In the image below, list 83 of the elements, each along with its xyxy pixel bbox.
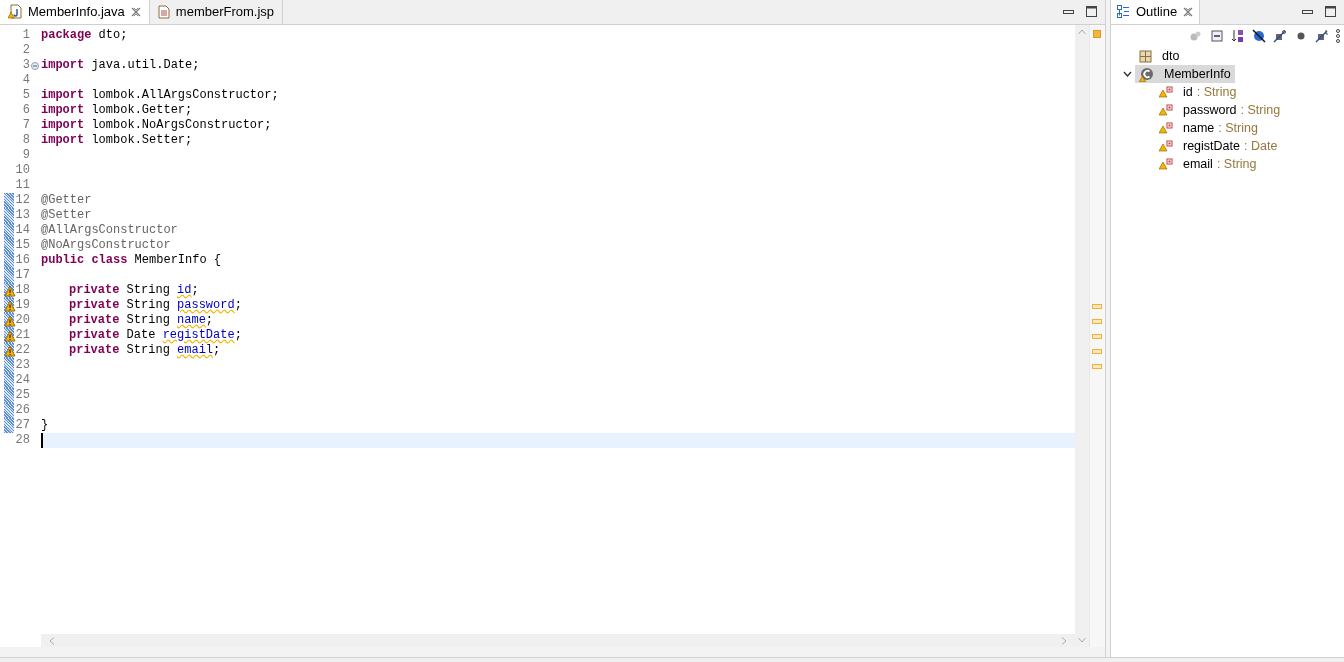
warning-marker[interactable]	[1092, 334, 1102, 339]
code-line: private String id;	[69, 283, 199, 298]
code-line: import lombok.Setter;	[41, 133, 193, 148]
outline-item[interactable]: id : String	[1155, 83, 1241, 101]
line-number: 16	[14, 253, 30, 268]
field-warning-icon	[1159, 158, 1173, 170]
code-line: @Setter	[41, 208, 92, 223]
line-number: 27	[14, 418, 30, 433]
minimize-icon[interactable]	[1063, 9, 1074, 14]
line-number: 10	[14, 163, 30, 178]
code-line: import lombok.Getter;	[41, 103, 193, 118]
code-line: private String name;	[69, 313, 214, 328]
line-number: 8	[21, 133, 30, 148]
line-number: 5	[21, 88, 30, 103]
editor-tab[interactable]: MemberInfo.java	[0, 0, 150, 24]
outline-item[interactable]: password : String	[1155, 101, 1285, 119]
outline-icon	[1117, 5, 1130, 18]
outline-item[interactable]: registDate : Date	[1155, 137, 1282, 155]
code-line: private Date registDate;	[69, 328, 242, 343]
line-number: 14	[14, 223, 30, 238]
field-warning-icon	[1159, 104, 1173, 116]
line-number: 25	[14, 388, 30, 403]
close-icon[interactable]	[130, 6, 141, 17]
chevron-icon[interactable]	[1122, 71, 1132, 77]
code-line: private String email;	[69, 343, 221, 358]
more-options-icon[interactable]	[1336, 29, 1340, 43]
line-number: 1	[21, 28, 30, 43]
warning-marker[interactable]	[1092, 349, 1102, 354]
outline-item[interactable]: name : String	[1155, 119, 1262, 137]
code-line: public class MemberInfo {	[41, 253, 222, 268]
line-number: 7	[21, 118, 30, 133]
java-file-icon	[8, 4, 22, 19]
line-number: 23	[14, 358, 30, 373]
warning-marker[interactable]	[1092, 319, 1102, 324]
line-number: 3	[21, 58, 30, 73]
line-number: 17	[14, 268, 30, 283]
line-number: 19	[14, 298, 30, 313]
maximize-icon[interactable]	[1086, 6, 1097, 17]
line-number: 9	[21, 148, 30, 163]
outline-tab[interactable]: Outline	[1111, 0, 1201, 24]
line-number: 12	[14, 193, 30, 208]
line-number: 21	[14, 328, 30, 343]
code-line: import java.util.Date;	[41, 58, 200, 73]
code-line: }	[41, 418, 49, 433]
code-line: @NoArgsConstructor	[41, 238, 171, 253]
collapse-all-icon[interactable]	[1210, 29, 1224, 43]
line-number: 24	[14, 373, 30, 388]
line-number: 26	[14, 403, 30, 418]
code-line: import lombok.NoArgsConstructor;	[41, 118, 272, 133]
line-number: 22	[14, 343, 30, 358]
code-line: @AllArgsConstructor	[41, 223, 178, 238]
warning-marker[interactable]	[1092, 364, 1102, 369]
field-warning-icon	[1159, 140, 1173, 152]
code-line: package dto;	[41, 28, 128, 43]
code-line: import lombok.AllArgsConstructor;	[41, 88, 279, 103]
class-icon	[1139, 66, 1154, 82]
line-number: 13	[14, 208, 30, 223]
hide-fields-icon[interactable]	[1252, 29, 1266, 43]
field-warning-icon	[1159, 122, 1173, 134]
hide-local-types-icon[interactable]	[1315, 29, 1329, 43]
line-number: 6	[21, 103, 30, 118]
fold-icon[interactable]	[31, 62, 39, 70]
outline-item[interactable]: email : String	[1155, 155, 1261, 173]
line-number: 15	[14, 238, 30, 253]
code-line: @Getter	[41, 193, 92, 208]
minimize-icon[interactable]	[1302, 9, 1313, 14]
line-number: 28	[14, 433, 30, 448]
sort-icon[interactable]	[1231, 29, 1245, 43]
line-number: 18	[14, 283, 30, 298]
maximize-icon[interactable]	[1325, 6, 1336, 17]
field-warning-icon	[1159, 86, 1173, 98]
line-number: 2	[21, 43, 30, 58]
close-icon[interactable]	[1183, 6, 1194, 17]
package-icon	[1139, 49, 1152, 63]
code-line: private String password;	[69, 298, 242, 313]
line-number: 4	[21, 73, 30, 88]
outline-item[interactable]: dto	[1135, 47, 1184, 65]
line-number: 11	[14, 178, 30, 193]
warning-marker[interactable]	[1092, 304, 1102, 309]
document-icon	[157, 4, 170, 19]
outline-item[interactable]: MemberInfo	[1135, 65, 1235, 83]
line-number: 20	[14, 313, 30, 328]
hide-static-icon[interactable]	[1273, 29, 1287, 43]
